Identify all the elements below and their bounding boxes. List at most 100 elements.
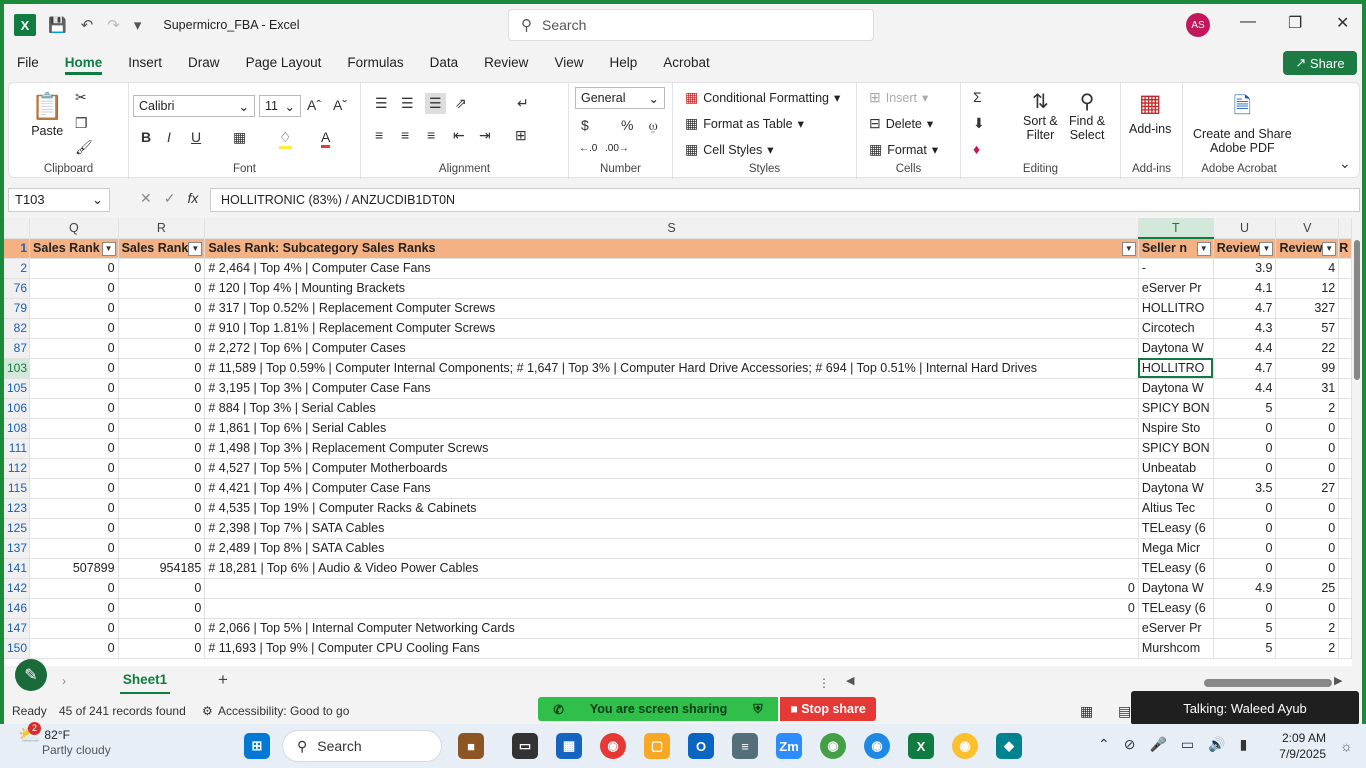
scroll-left-icon[interactable]: ◀ — [846, 674, 854, 687]
cell-review-count[interactable]: 2 — [1275, 618, 1340, 639]
spreadsheet-grid[interactable]: Q R S T U V 1 Sales Rank ▼ Sales Rank ▼ Sa… — [4, 218, 1352, 666]
cell-subcategory-ranks[interactable]: # 11,693 | Top 9% | Computer CPU Cooling… — [204, 638, 1139, 659]
cell-subcategory-ranks[interactable]: # 3,195 | Top 3% | Computer Case Fans — [204, 378, 1139, 399]
tab-acrobat[interactable]: Acrobat — [650, 50, 723, 78]
column-header[interactable]: Q — [29, 218, 119, 239]
cell-sales-rank[interactable]: 0 — [29, 498, 119, 519]
align-left-icon[interactable]: ≡ — [375, 127, 383, 143]
filter-dropdown-icon[interactable]: ▼ — [188, 241, 203, 256]
cell-seller[interactable]: Daytona W — [1138, 478, 1214, 499]
cell-sales-rank-2[interactable]: 0 — [118, 398, 206, 419]
cell-sales-rank[interactable]: 0 — [29, 598, 119, 619]
cell-review-rating[interactable]: 4.4 — [1213, 338, 1277, 359]
row-header[interactable]: 111 — [4, 438, 31, 459]
cell-sales-rank-2[interactable]: 954185 — [118, 558, 206, 579]
cell-sales-rank-2[interactable]: 0 — [118, 478, 206, 499]
cell-sales-rank[interactable]: 0 — [29, 578, 119, 599]
cell-sales-rank-2[interactable]: 0 — [118, 418, 206, 439]
cell-subcategory-ranks[interactable]: # 910 | Top 1.81% | Replacement Computer… — [204, 318, 1139, 339]
header-cell[interactable]: Review ▼ — [1275, 238, 1340, 259]
tab-review[interactable]: Review — [471, 50, 541, 78]
cell-sales-rank-2[interactable]: 0 — [118, 638, 206, 659]
comma-icon[interactable]: ⍹ — [649, 117, 657, 134]
cell-seller[interactable]: Murshcom — [1138, 638, 1214, 659]
cell-sales-rank[interactable]: 0 — [29, 458, 119, 479]
sort-filter-button[interactable]: ⇅ Sort & Filter — [1023, 89, 1058, 142]
cell-seller[interactable]: TELeasy (6 — [1138, 598, 1214, 619]
cell-seller[interactable]: Circotech — [1138, 318, 1214, 339]
cell-sales-rank[interactable]: 0 — [29, 358, 119, 379]
tab-draw[interactable]: Draw — [175, 50, 233, 78]
cell-seller[interactable]: HOLLITRO — [1138, 298, 1214, 319]
cell-empty[interactable] — [1338, 558, 1352, 579]
percent-icon[interactable]: % — [621, 117, 633, 133]
cell-empty[interactable] — [1338, 318, 1352, 339]
cell-review-rating[interactable]: 0 — [1213, 518, 1277, 539]
cell-sales-rank[interactable]: 0 — [29, 318, 119, 339]
cell-review-count[interactable]: 0 — [1275, 498, 1340, 519]
header-cell[interactable]: Review ▼ — [1213, 238, 1277, 259]
cell-sales-rank-2[interactable]: 0 — [118, 378, 206, 399]
cell-review-rating[interactable]: 0 — [1213, 498, 1277, 519]
row-header[interactable]: 125 — [4, 518, 31, 539]
cell-review-count[interactable]: 0 — [1275, 598, 1340, 619]
cell-seller[interactable]: SPICY BON — [1138, 398, 1214, 419]
column-header[interactable]: V — [1275, 218, 1340, 239]
cell-subcategory-ranks[interactable]: # 18,281 | Top 6% | Audio & Video Power … — [204, 558, 1139, 579]
tab-file[interactable]: File — [4, 50, 52, 78]
autosum-icon[interactable]: Σ — [973, 89, 982, 105]
increase-font-icon[interactable]: Aˆ — [307, 97, 321, 113]
cell-subcategory-ranks[interactable]: # 4,421 | Top 4% | Computer Case Fans — [204, 478, 1139, 499]
cell-sales-rank[interactable]: 0 — [29, 398, 119, 419]
underline-button[interactable]: U — [191, 129, 201, 145]
share-button[interactable]: ↗ Share — [1283, 51, 1357, 75]
fill-color-icon[interactable]: ♢ — [279, 129, 292, 149]
align-middle-icon[interactable]: ☰ — [401, 95, 414, 112]
store-icon[interactable]: ▦ — [556, 733, 582, 759]
horizontal-scroll-thumb[interactable] — [1204, 679, 1332, 687]
increase-indent-icon[interactable]: ⇥ — [479, 127, 491, 144]
cell-review-rating[interactable]: 0 — [1213, 438, 1277, 459]
cell-review-count[interactable]: 0 — [1275, 538, 1340, 559]
cell-review-count[interactable]: 4 — [1275, 258, 1340, 279]
cell-empty[interactable] — [1338, 518, 1352, 539]
chevron-up-icon[interactable]: ⌃ — [1098, 736, 1110, 753]
cut-icon[interactable]: ✂ — [75, 89, 87, 106]
undo-icon[interactable]: ↶ — [81, 16, 94, 34]
tab-view[interactable]: View — [541, 50, 596, 78]
customize-qat-icon[interactable]: ▾ — [134, 16, 142, 34]
cell-sales-rank-2[interactable]: 0 — [118, 538, 206, 559]
cell-sales-rank[interactable]: 0 — [29, 538, 119, 559]
cell-review-rating[interactable]: 0 — [1213, 458, 1277, 479]
create-pdf-button[interactable]: 🗎 Create and Share Adobe PDF — [1193, 89, 1292, 155]
filter-dropdown-icon[interactable]: ▼ — [101, 241, 116, 256]
cell-review-count[interactable]: 22 — [1275, 338, 1340, 359]
scroll-right-icon[interactable]: ▶ — [1334, 674, 1342, 687]
cell-subcategory-ranks[interactable]: # 4,527 | Top 5% | Computer Motherboards — [204, 458, 1139, 479]
cell-empty[interactable] — [1338, 538, 1352, 559]
cell-sales-rank-2[interactable]: 0 — [118, 318, 206, 339]
draw-pen-icon[interactable]: ✎ — [15, 659, 47, 691]
merge-center-icon[interactable]: ⊞ — [515, 127, 527, 144]
row-header[interactable]: 142 — [4, 578, 31, 599]
scroll-sheets-icon[interactable]: › — [62, 674, 66, 688]
cell-empty[interactable] — [1338, 478, 1352, 499]
cell-seller[interactable]: eServer Pr — [1138, 278, 1214, 299]
vertical-scrollbar[interactable] — [1352, 218, 1362, 666]
cell-review-rating[interactable]: 4.7 — [1213, 358, 1277, 379]
cell-sales-rank[interactable]: 0 — [29, 618, 119, 639]
tab-help[interactable]: Help — [596, 50, 650, 78]
cell-review-count[interactable]: 31 — [1275, 378, 1340, 399]
cell-seller[interactable]: TELeasy (6 — [1138, 518, 1214, 539]
app-diamond-icon[interactable]: ◆ — [996, 733, 1022, 759]
row-header[interactable]: 105 — [4, 378, 31, 399]
cell-review-count[interactable]: 0 — [1275, 438, 1340, 459]
format-painter-icon[interactable]: 🖌 — [75, 139, 93, 156]
cell-empty[interactable] — [1338, 458, 1352, 479]
cell-subcategory-ranks[interactable]: # 1,861 | Top 6% | Serial Cables — [204, 418, 1139, 439]
column-header[interactable]: R — [118, 218, 206, 239]
cell-sales-rank[interactable]: 0 — [29, 638, 119, 659]
cell-seller[interactable]: Daytona W — [1138, 578, 1214, 599]
fill-icon[interactable]: ⬇ — [973, 115, 985, 132]
currency-icon[interactable]: $ — [581, 117, 589, 133]
